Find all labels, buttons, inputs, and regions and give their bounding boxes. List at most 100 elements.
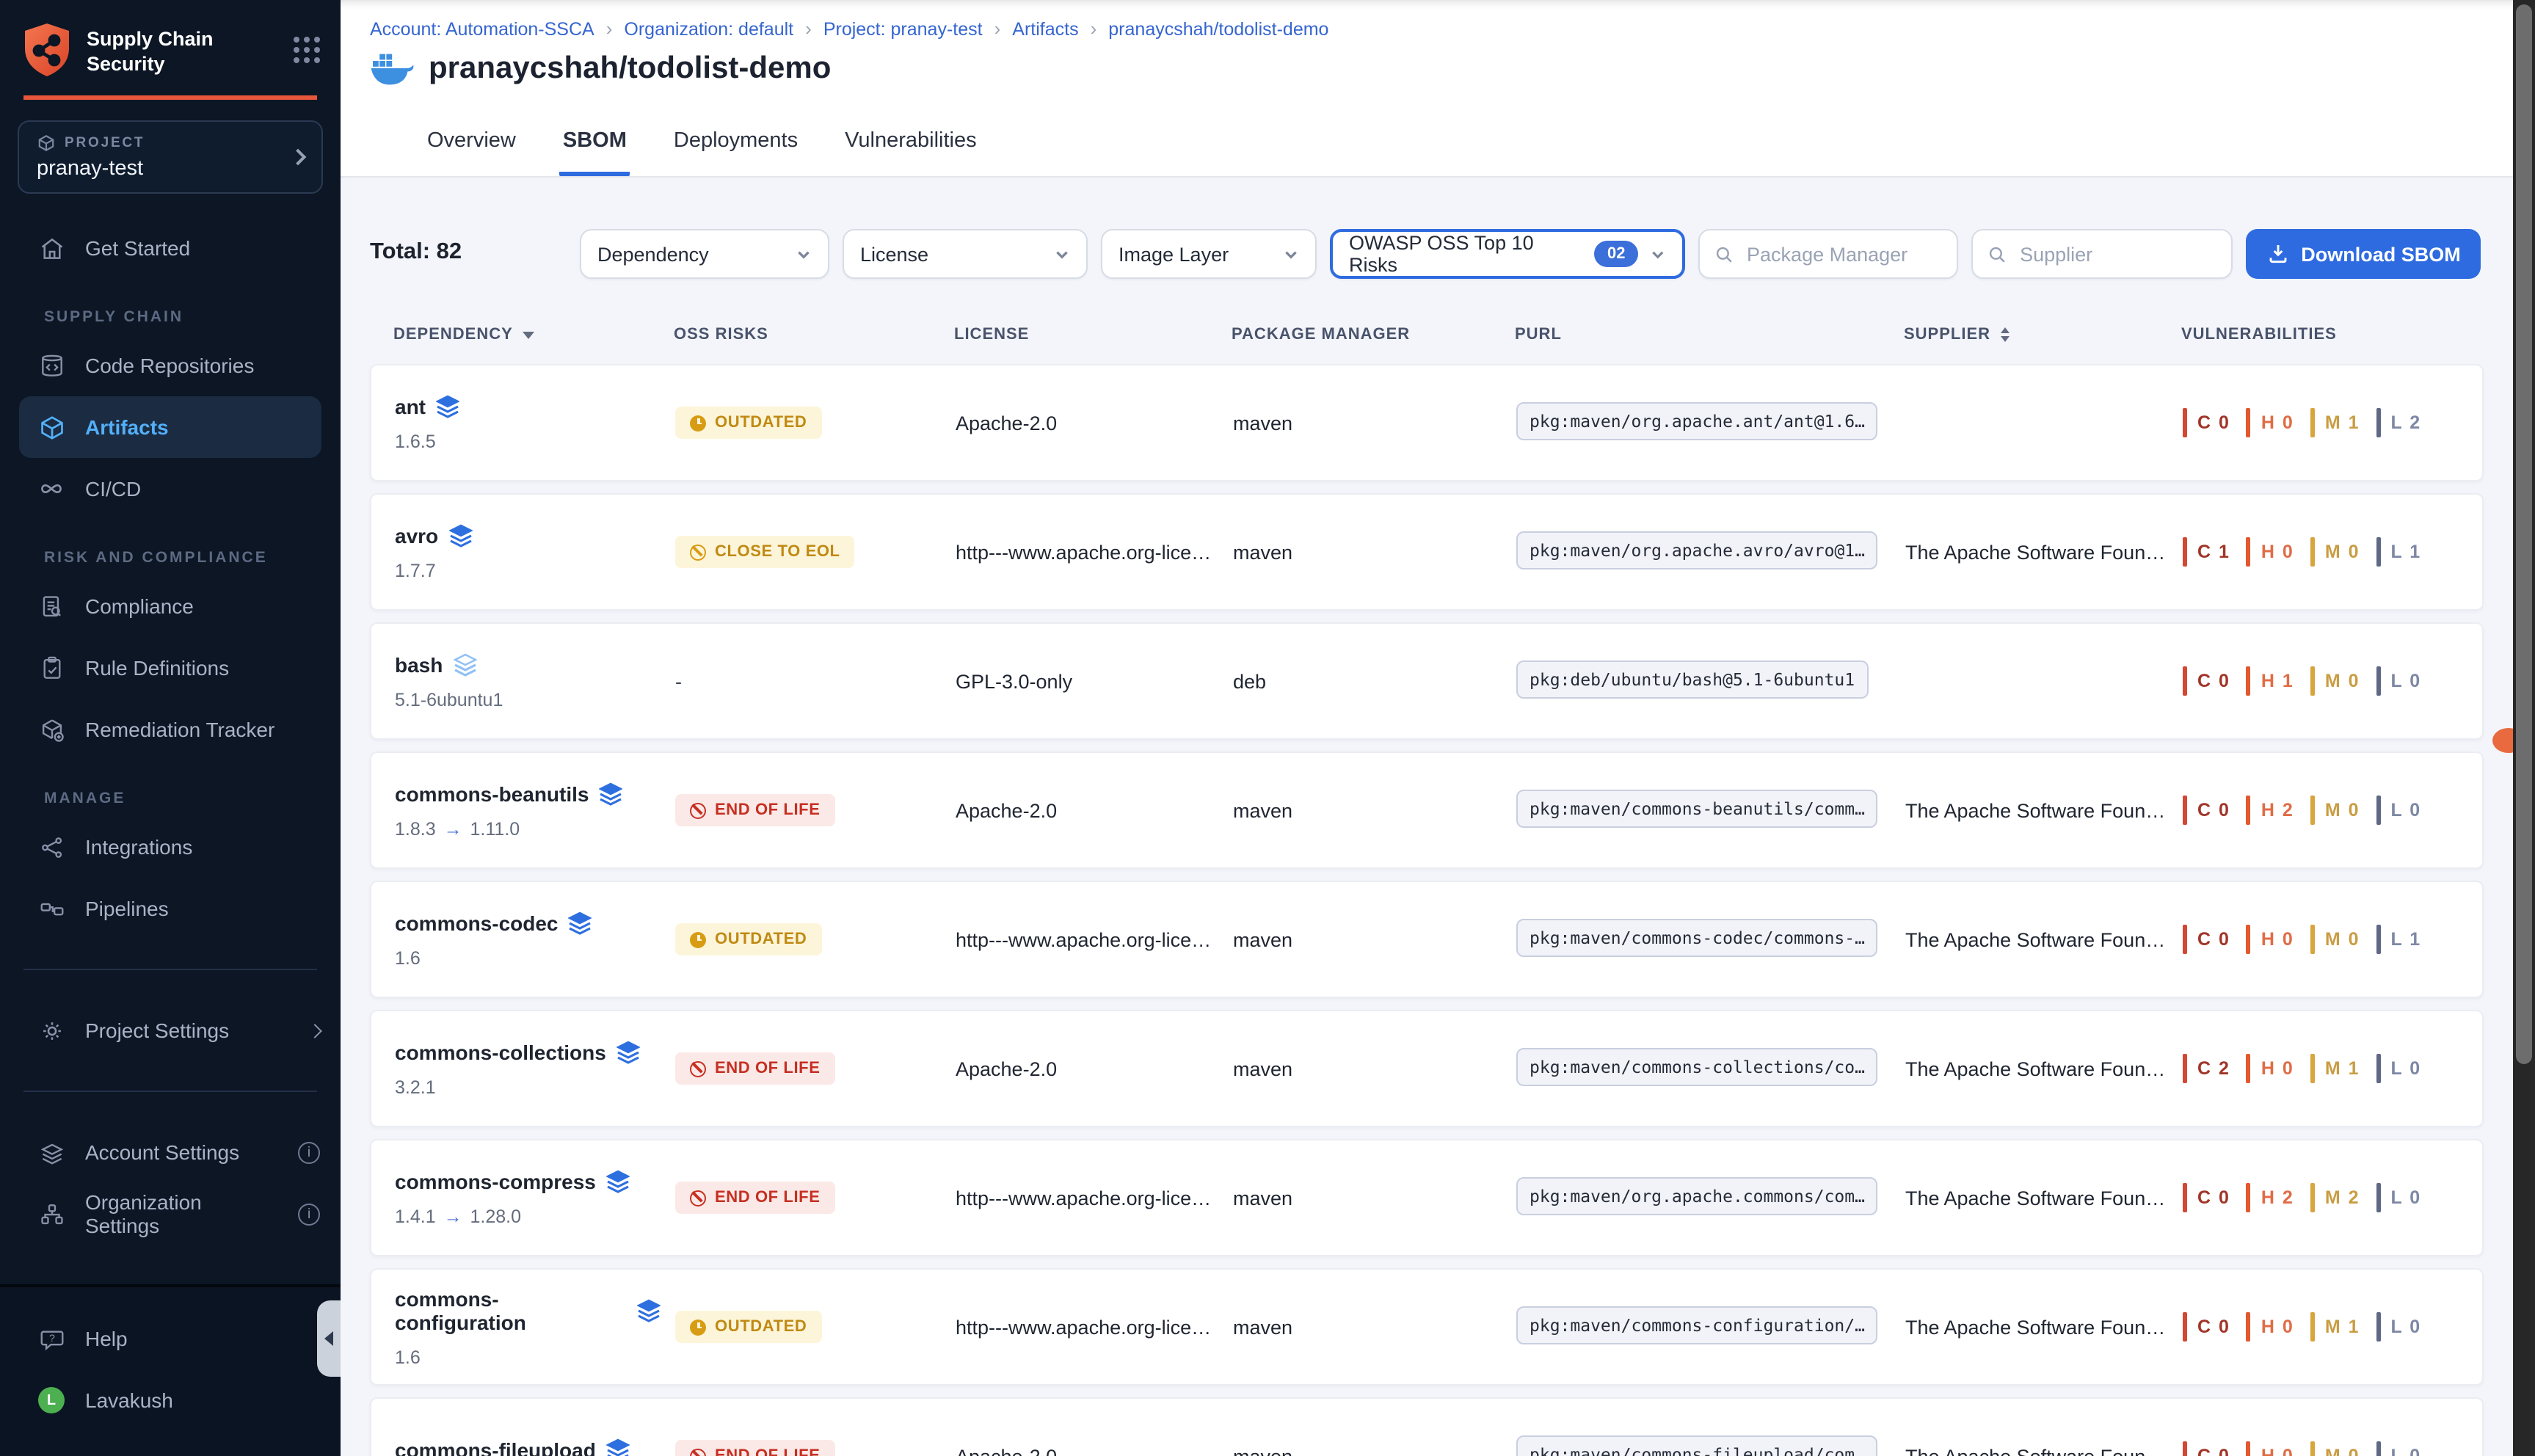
supplier-search-input[interactable] (2017, 241, 2216, 266)
severity-bar (2376, 925, 2381, 954)
oss-risk-badge: END OF LIFE (675, 1182, 835, 1214)
sidebar-item-organization-settings[interactable]: Organization Settings i (0, 1183, 341, 1245)
severity-bar (2310, 796, 2315, 825)
sidebar-item-cicd[interactable]: CI/CD (0, 458, 341, 520)
severity-count: M 0 (2325, 800, 2360, 820)
column-header-supplier[interactable]: SUPPLIER (1904, 326, 2181, 343)
info-icon[interactable]: i (298, 1141, 320, 1163)
chevron-down-icon (1054, 246, 1070, 262)
purl-chip[interactable]: pkg:maven/commons-codec/commons-… (1516, 918, 1878, 956)
purl-chip[interactable]: pkg:maven/commons-collections/co… (1516, 1047, 1878, 1085)
project-label: PROJECT (65, 135, 145, 151)
layers-icon (600, 782, 623, 805)
sidebar-item-rule-definitions[interactable]: Rule Definitions (0, 637, 341, 699)
sidebar-item-pipelines[interactable]: Pipelines (0, 878, 341, 939)
purl-chip[interactable]: pkg:deb/ubuntu/bash@5.1-6ubuntu1 (1516, 660, 1868, 698)
tab-deployments[interactable]: Deployments (671, 129, 801, 176)
purl-chip[interactable]: pkg:maven/commons-configuration/… (1516, 1306, 1878, 1344)
severity-bar (2247, 1312, 2251, 1342)
share-nodes-icon (37, 833, 66, 861)
purl-cell: pkg:deb/ubuntu/bash@5.1-6ubuntu1 (1516, 660, 1905, 702)
sidebar-item-compliance[interactable]: Compliance (0, 575, 341, 637)
severity-m: M 1 (2310, 1312, 2360, 1342)
severity-count: M 0 (2325, 542, 2360, 562)
table-row[interactable]: commons-codec 1.6 OUTDATED http---www.ap… (370, 881, 2484, 998)
severity-bar (2183, 537, 2187, 567)
info-icon[interactable]: i (298, 1203, 320, 1225)
table-row[interactable]: commons-compress 1.4.1 → 1.28.0 END OF L… (370, 1139, 2484, 1256)
column-header-dependency[interactable]: DEPENDENCY (393, 326, 674, 343)
purl-chip[interactable]: pkg:maven/org.apache.commons/com… (1516, 1176, 1878, 1215)
severity-bar (2376, 666, 2381, 696)
purl-chip[interactable]: pkg:maven/org.apache.ant/ant@1.6… (1516, 401, 1878, 440)
severity-h: H 0 (2247, 1441, 2294, 1456)
dependency-cell: ant 1.6.5 (395, 394, 675, 451)
license-filter-select[interactable]: License (843, 229, 1088, 279)
table-row[interactable]: commons-fileupload END OF LIFE Apache-2.… (370, 1397, 2484, 1456)
project-selector[interactable]: PROJECT pranay-test (18, 120, 323, 194)
breadcrumb-artifacts[interactable]: Artifacts (1012, 18, 1078, 39)
sidebar-item-code-repositories[interactable]: Code Repositories (0, 335, 341, 396)
dependency-version: 1.6.5 (395, 431, 661, 451)
severity-l: L 0 (2376, 666, 2422, 696)
help-button[interactable]: ? Help (0, 1308, 341, 1369)
breadcrumb-project[interactable]: Project: pranay-test (823, 18, 983, 39)
purl-chip[interactable]: pkg:maven/org.apache.avro/avro@1… (1516, 531, 1878, 569)
remediation-box-icon (37, 716, 66, 743)
sidebar-collapse-handle[interactable] (317, 1300, 341, 1377)
purl-chip[interactable]: pkg:maven/commons-beanutils/comm… (1516, 789, 1878, 827)
sidebar-item-integrations[interactable]: Integrations (0, 816, 341, 878)
sort-icon (2001, 327, 2010, 342)
dependency-version: 1.4.1 → 1.28.0 (395, 1206, 661, 1226)
purl-chip[interactable]: pkg:maven/commons-fileupload/com… (1516, 1435, 1878, 1456)
oss-risk-badge: END OF LIFE (675, 794, 835, 826)
table-row[interactable]: commons-configuration 1.6 OUTDATED http-… (370, 1268, 2484, 1386)
apps-grid-icon[interactable] (294, 37, 320, 63)
breadcrumb-current[interactable]: pranaycshah/todolist-demo (1108, 18, 1328, 39)
table-row[interactable]: commons-beanutils 1.8.3 → 1.11.0 END OF … (370, 751, 2484, 869)
oss-risks-cell: OUTDATED (675, 407, 956, 439)
purl-cell: pkg:maven/commons-beanutils/comm… (1516, 789, 1905, 831)
owasp-risks-filter-select[interactable]: OWASP OSS Top 10 Risks 02 (1330, 229, 1685, 279)
sidebar-item-get-started[interactable]: Get Started (0, 217, 341, 279)
severity-bar (2310, 1183, 2315, 1212)
tab-sbom[interactable]: SBOM (560, 129, 630, 176)
package-manager-cell: maven (1233, 412, 1516, 434)
sidebar-item-artifacts[interactable]: Artifacts (19, 396, 321, 458)
dependency-version: 1.7.7 (395, 560, 661, 580)
table-row[interactable]: ant 1.6.5 OUTDATED Apache-2.0 maven pkg:… (370, 364, 2484, 481)
license-cell: http---www.apache.org-lice… (956, 1316, 1233, 1338)
image-layer-filter-select[interactable]: Image Layer (1101, 229, 1317, 279)
user-menu[interactable]: L Lavakush (0, 1369, 341, 1431)
sidebar-item-project-settings[interactable]: Project Settings (0, 1000, 341, 1061)
document-search-icon (37, 592, 66, 620)
purl-cell: pkg:maven/commons-collections/co… (1516, 1047, 1905, 1090)
dependency-cell: avro 1.7.7 (395, 523, 675, 580)
dependency-cell: commons-configuration 1.6 (395, 1286, 675, 1367)
purl-cell: pkg:maven/commons-fileupload/com… (1516, 1435, 1905, 1456)
table-row[interactable]: avro 1.7.7 CLOSE TO EOL http---www.apach… (370, 493, 2484, 611)
sidebar-item-account-settings[interactable]: Account Settings i (0, 1121, 341, 1183)
svg-text:?: ? (48, 1332, 54, 1344)
breadcrumb-organization[interactable]: Organization: default (624, 18, 793, 39)
layers-icon (436, 394, 459, 418)
download-sbom-button[interactable]: Download SBOM (2246, 229, 2481, 279)
vulnerabilities-cell: C 0 H 1 M 0 L 0 (2183, 666, 2482, 696)
severity-count: M 0 (2325, 671, 2360, 691)
severity-h: H 1 (2247, 666, 2294, 696)
table-row[interactable]: bash 5.1-6ubuntu1 - GPL-3.0-only deb pkg… (370, 622, 2484, 740)
dependency-filter-select[interactable]: Dependency (580, 229, 829, 279)
sidebar-section-risk-compliance: RISK AND COMPLIANCE (0, 520, 341, 575)
scrollbar-thumb[interactable] (2516, 4, 2532, 1064)
table-row[interactable]: commons-collections 3.2.1 END OF LIFE Ap… (370, 1010, 2484, 1127)
breadcrumb-account[interactable]: Account: Automation-SSCA (370, 18, 594, 39)
oss-risks-cell: OUTDATED (675, 1311, 956, 1343)
tab-overview[interactable]: Overview (424, 129, 519, 176)
sidebar-item-remediation-tracker[interactable]: Remediation Tracker (0, 699, 341, 760)
tab-vulnerabilities[interactable]: Vulnerabilities (842, 129, 979, 176)
breadcrumb: Account: Automation-SSCA› Organization: … (370, 18, 1328, 40)
severity-c: C 0 (2183, 1441, 2230, 1456)
package-manager-search-input[interactable] (1744, 241, 1942, 266)
license-cell: GPL-3.0-only (956, 670, 1233, 692)
dependency-cell: commons-collections 3.2.1 (395, 1040, 675, 1097)
